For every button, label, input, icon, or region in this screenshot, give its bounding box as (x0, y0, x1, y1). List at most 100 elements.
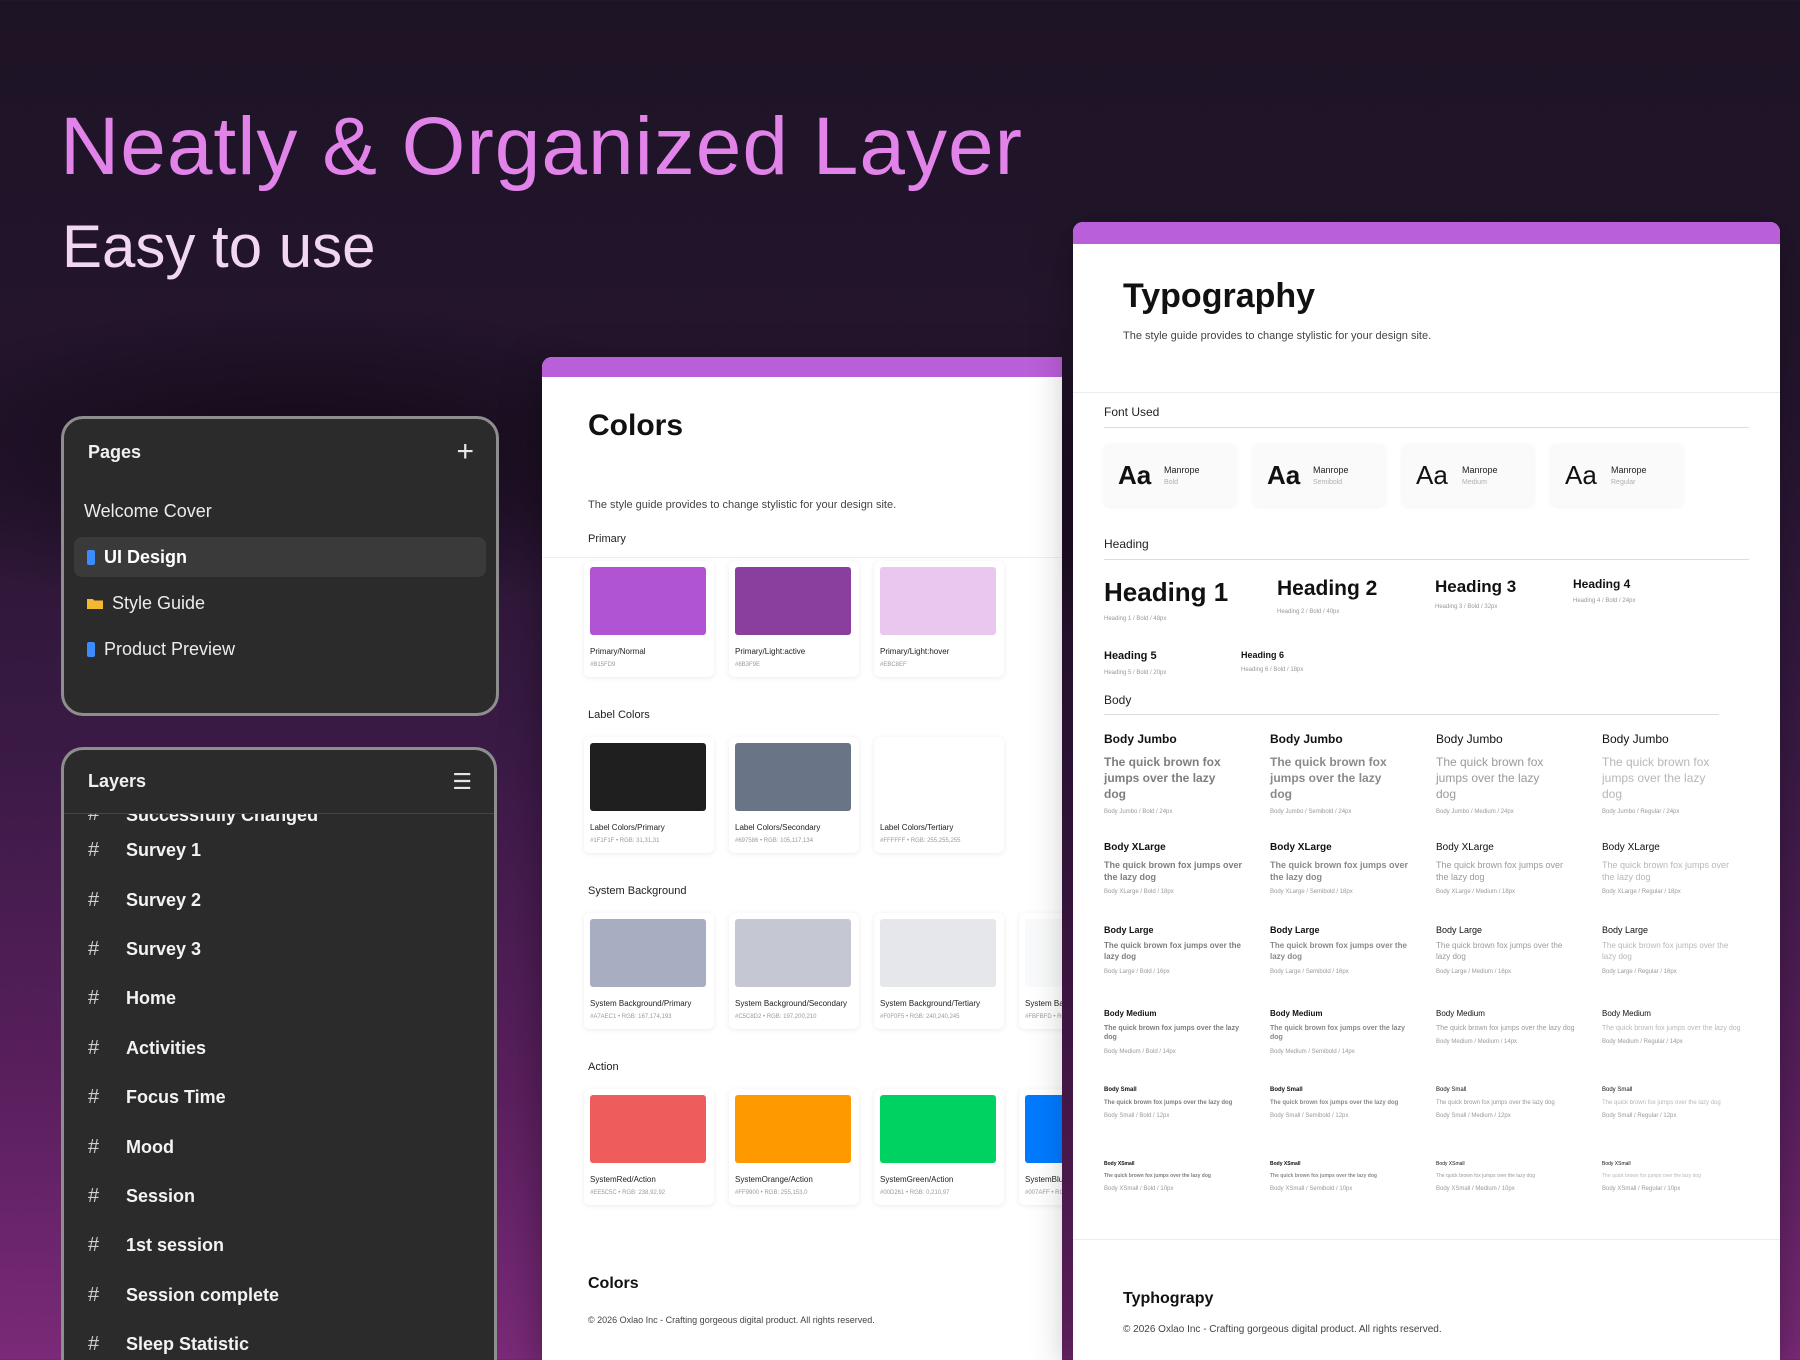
layer-item-label: Mood (126, 1136, 174, 1157)
layer-item[interactable]: # Survey 1 (64, 826, 494, 875)
color-swatch[interactable]: Primary/Light:hover #EBC8EF (874, 561, 1004, 677)
color-swatch[interactable]: Primary/Light:active #8B3F9E (729, 561, 859, 677)
color-swatch[interactable]: Label Colors/Secondary #697586 • RGB: 105… (729, 737, 859, 853)
body-sample-meta: Body Large / Semibold / 16px (1270, 968, 1349, 975)
layer-item[interactable]: # Sleep Statistic (64, 1320, 494, 1360)
swatch-name: System Background/Tertiary (880, 999, 981, 1008)
body-sample-text: The quick brown fox jumps over the lazy … (1270, 755, 1387, 802)
page-item-label: Style Guide (112, 592, 206, 613)
swatch-color (735, 743, 851, 811)
body-sample-meta: Body XSmall / Medium / 10px (1436, 1185, 1515, 1192)
swatch-hex: #007AFF • RGB (1025, 1190, 1062, 1196)
body-sample-title: Body Jumbo (1602, 732, 1669, 746)
color-swatch[interactable]: Label Colors/Tertiary #FFFFFF • RGB: 255,… (874, 737, 1004, 853)
body-sample-text: The quick brown fox jumps over the lazy … (1436, 1100, 1555, 1106)
body-sample-meta: Body Small / Medium / 12px (1436, 1113, 1511, 1120)
page-item-ui-design[interactable]: UI Design (74, 537, 486, 577)
body-sample-meta: Body Jumbo / Regular / 24px (1602, 808, 1680, 815)
swatch-color (880, 743, 996, 811)
body-sample: Body XLarge The quick brown fox jumps ove… (1602, 842, 1742, 895)
layer-item[interactable]: # Session (64, 1172, 494, 1221)
color-swatch[interactable]: SystemOrange/Action #FF9900 • RGB: 255,15… (729, 1089, 859, 1205)
body-sample-meta: Body XSmall / Bold / 10px (1104, 1185, 1174, 1192)
body-sample-text: The quick brown fox jumps over the lazy … (1436, 1173, 1535, 1179)
body-sample-text: The quick brown fox jumps over the lazy … (1104, 860, 1243, 883)
swatch-color (735, 567, 851, 635)
body-sample-text: The quick brown fox jumps over the lazy … (1436, 1025, 1575, 1032)
layer-item[interactable]: # Mood (64, 1122, 494, 1171)
swatch-name: Label Colors/Secondary (735, 823, 821, 832)
body-sample-meta: Body Small / Regular / 12px (1602, 1113, 1677, 1120)
frame-hash-icon: # (88, 937, 100, 960)
body-sample: Body Large The quick brown fox jumps over… (1270, 925, 1410, 975)
layer-item[interactable]: # Session complete (64, 1271, 494, 1320)
page-item-product-preview[interactable]: Product Preview (74, 629, 486, 669)
body-sample: Body Medium The quick brown fox jumps ove… (1104, 1009, 1244, 1055)
layer-item-label: Sleep Statistic (126, 1334, 250, 1355)
body-sample-title: Body Medium (1270, 1009, 1323, 1018)
body-sample-meta: Body XSmall / Regular / 10px (1602, 1185, 1681, 1192)
body-sample-title: Body Small (1270, 1087, 1303, 1093)
color-swatch[interactable]: System Background #FBFBFD • RGB (1019, 913, 1062, 1029)
body-sample-text: The quick brown fox jumps over the lazy … (1436, 755, 1544, 802)
layer-item[interactable]: # Survey 2 (64, 875, 494, 924)
swatch-name: SystemBlue (1025, 1175, 1062, 1184)
body-sample-title: Body XLarge (1436, 842, 1494, 853)
color-swatch[interactable]: SystemBlue #007AFF • RGB (1019, 1089, 1062, 1205)
layer-item[interactable]: # Survey 3 (64, 925, 494, 974)
color-swatch[interactable]: SystemRed/Action #EE5C5C • RGB: 238,92,92 (584, 1089, 714, 1205)
color-swatch[interactable]: Primary/Normal #B15FD9 (584, 561, 714, 677)
body-sample-text: The quick brown fox jumps over the lazy … (1602, 1173, 1701, 1179)
body-sample-text: The quick brown fox jumps over the lazy … (1602, 941, 1729, 961)
swatch-hex: #FFFFFF • RGB: 255,255,255 (880, 838, 961, 844)
swatch-color (590, 919, 706, 987)
font-name: Manrope (1164, 464, 1200, 475)
font-weight: Semibold (1313, 478, 1343, 486)
swatch-hex: #8B3F9E (735, 662, 761, 668)
swatch-color (1025, 1095, 1062, 1163)
add-page-icon[interactable]: + (456, 437, 474, 467)
collapse-layers-icon[interactable]: ☰ (452, 769, 472, 795)
swatch-color (880, 567, 996, 635)
swatch-hex: #B15FD9 (590, 662, 616, 668)
divider (1104, 427, 1749, 428)
swatch-hex: #00D261 • RGB: 0,210,97 (880, 1190, 950, 1196)
layer-item-label: Survey 1 (126, 840, 202, 861)
body-sample: Body Large The quick brown fox jumps over… (1104, 925, 1244, 975)
body-sample-title: Body XLarge (1104, 842, 1166, 853)
body-sample-text: The quick brown fox jumps over the lazy … (1270, 860, 1409, 883)
font-weight: Medium (1462, 478, 1487, 486)
body-sample-meta: Body Jumbo / Bold / 24px (1104, 808, 1173, 815)
body-sample: Body Jumbo The quick brown fox jumps over… (1602, 732, 1726, 815)
color-swatch[interactable]: System Background/Secondary #C5C8D2 • RGB… (729, 913, 859, 1029)
color-swatch[interactable]: System Background/Primary #A7AEC1 • RGB: … (584, 913, 714, 1029)
layer-item[interactable]: # Activities (64, 1024, 494, 1073)
swatch-hex: #C5C8D2 • RGB: 197,200,210 (735, 1014, 817, 1020)
layer-item[interactable]: # Focus Time (64, 1073, 494, 1122)
page-item-welcome-cover[interactable]: Welcome Cover (74, 491, 486, 531)
frame-hash-icon: # (88, 1234, 100, 1257)
color-swatch[interactable]: Label Colors/Primary #1F1F1F • RGB: 31,31… (584, 737, 714, 853)
color-swatch[interactable]: System Background/Tertiary #F0F0F5 • RGB:… (874, 913, 1004, 1029)
body-sample-text: The quick brown fox jumps over the lazy … (1104, 1173, 1211, 1179)
layer-item[interactable]: #1st session (64, 1221, 494, 1270)
body-sample-meta: Body Jumbo / Semibold / 24px (1270, 808, 1352, 815)
body-sample-title: Body XSmall (1436, 1161, 1465, 1167)
frame-hash-icon: # (88, 1036, 100, 1059)
body-sample-title: Body Small (1602, 1087, 1633, 1093)
layer-item[interactable]: # Home (64, 974, 494, 1023)
body-sample-meta: Body XLarge / Bold / 18px (1104, 889, 1174, 896)
body-sample: Body XLarge The quick brown fox jumps ove… (1436, 842, 1576, 895)
page-item-style-guide[interactable]: Style Guide (74, 583, 486, 623)
page-item-label: Product Preview (104, 638, 236, 659)
divider (542, 557, 1062, 558)
body-sample-title: Body Jumbo (1436, 732, 1503, 746)
heading-sample: Heading 3 (1435, 577, 1517, 596)
body-sample-text: The quick brown fox jumps over the lazy … (1602, 860, 1730, 883)
layer-item[interactable]: # Successfully Changed (64, 814, 494, 826)
heading-sample: Heading 6 (1241, 650, 1285, 660)
pages-panel: Pages + Welcome Cover UI Design Style Gu… (61, 416, 499, 716)
body-sample-meta: Body Medium / Semibold / 14px (1270, 1048, 1355, 1055)
color-swatch[interactable]: SystemGreen/Action #00D261 • RGB: 0,210,9… (874, 1089, 1004, 1205)
body-sample-text: The quick brown fox jumps over the lazy … (1436, 860, 1564, 883)
